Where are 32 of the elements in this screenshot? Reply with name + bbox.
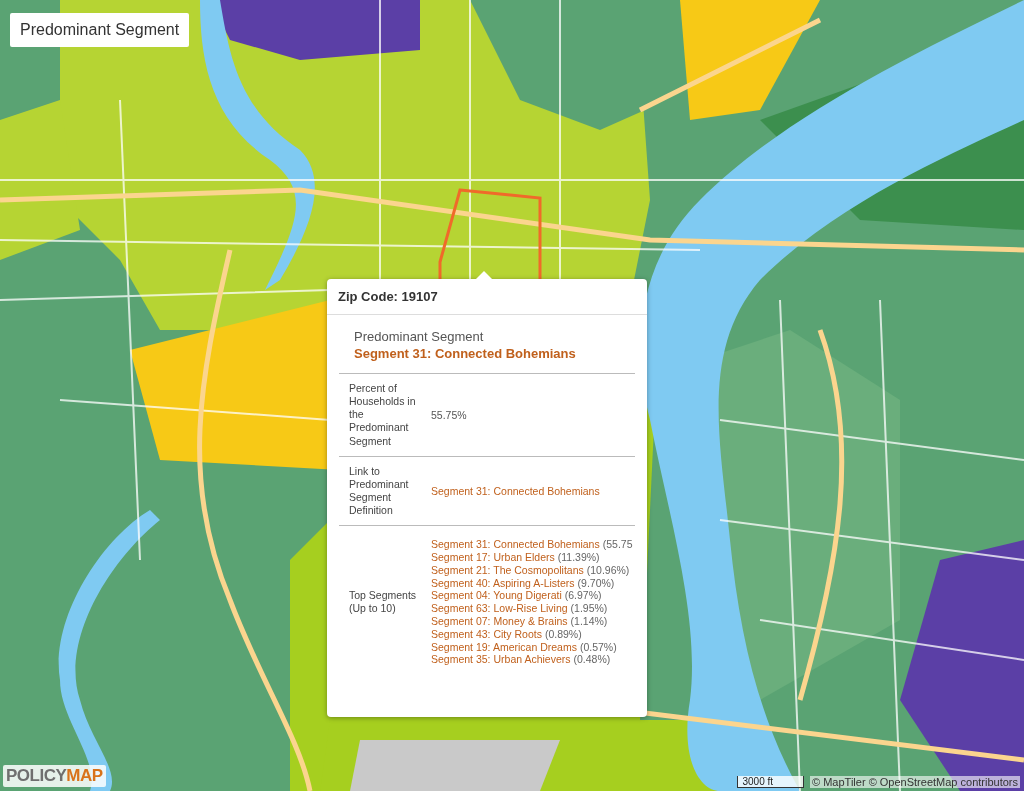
row-label: Percent of Households in the Predominant Segment: [349, 382, 417, 448]
segment-link[interactable]: Segment 17: Urban Elders: [431, 550, 555, 563]
segment-share: (0.48%): [573, 653, 611, 666]
segment-share: (0.89%): [544, 627, 582, 640]
segment-link[interactable]: Segment 07: Money & Brains: [431, 614, 568, 627]
segment-share: (1.14%): [570, 614, 608, 627]
row-label: Link to Predominant Segment Definition: [349, 464, 410, 518]
segment-share: (0.57%): [579, 640, 617, 653]
row-value: 55.75%: [431, 408, 467, 421]
segment-link[interactable]: Segment 21: The Cosmopolitans: [431, 563, 584, 576]
segment-heading: Predominant Segment: [353, 329, 485, 344]
map-title: Predominant Segment: [10, 13, 190, 47]
segment-share: (11.39%): [557, 550, 600, 563]
popup-title: Zip Code: 19107: [327, 279, 647, 315]
scale-bar: 3000 ft: [737, 776, 805, 788]
map-attribution: © MapTiler © OpenStreetMap contributors: [810, 776, 1020, 788]
segment-link[interactable]: Segment 63: Low-Rise Living: [431, 602, 568, 615]
row-label: Top Segments (Up to 10): [349, 589, 418, 616]
segment-name: Segment 31: Connected Bohemians: [353, 346, 577, 363]
segment-share: (9.70%): [577, 576, 615, 589]
segment-share: (55.75: [602, 538, 633, 551]
segment-link[interactable]: Segment 35: Urban Achievers: [431, 653, 571, 666]
segment-link[interactable]: Segment 19: American Dreams: [431, 640, 577, 653]
segment-share: (6.97%): [564, 589, 602, 602]
segment-share: (1.95%): [570, 602, 608, 615]
segment-share: (10.96%): [586, 563, 630, 576]
segment-link[interactable]: Segment 04: Young Digerati: [431, 589, 562, 602]
segment-link[interactable]: Segment 40: Aspiring A-Listers: [431, 576, 575, 589]
segment-link[interactable]: Segment 31: Connected Bohemians: [431, 484, 600, 497]
segment-link[interactable]: Segment 43: City Roots: [431, 627, 542, 640]
policymap-logo[interactable]: POLICYMAP: [3, 765, 106, 787]
segment-link[interactable]: Segment 31: Connected Bohemians: [431, 538, 600, 551]
